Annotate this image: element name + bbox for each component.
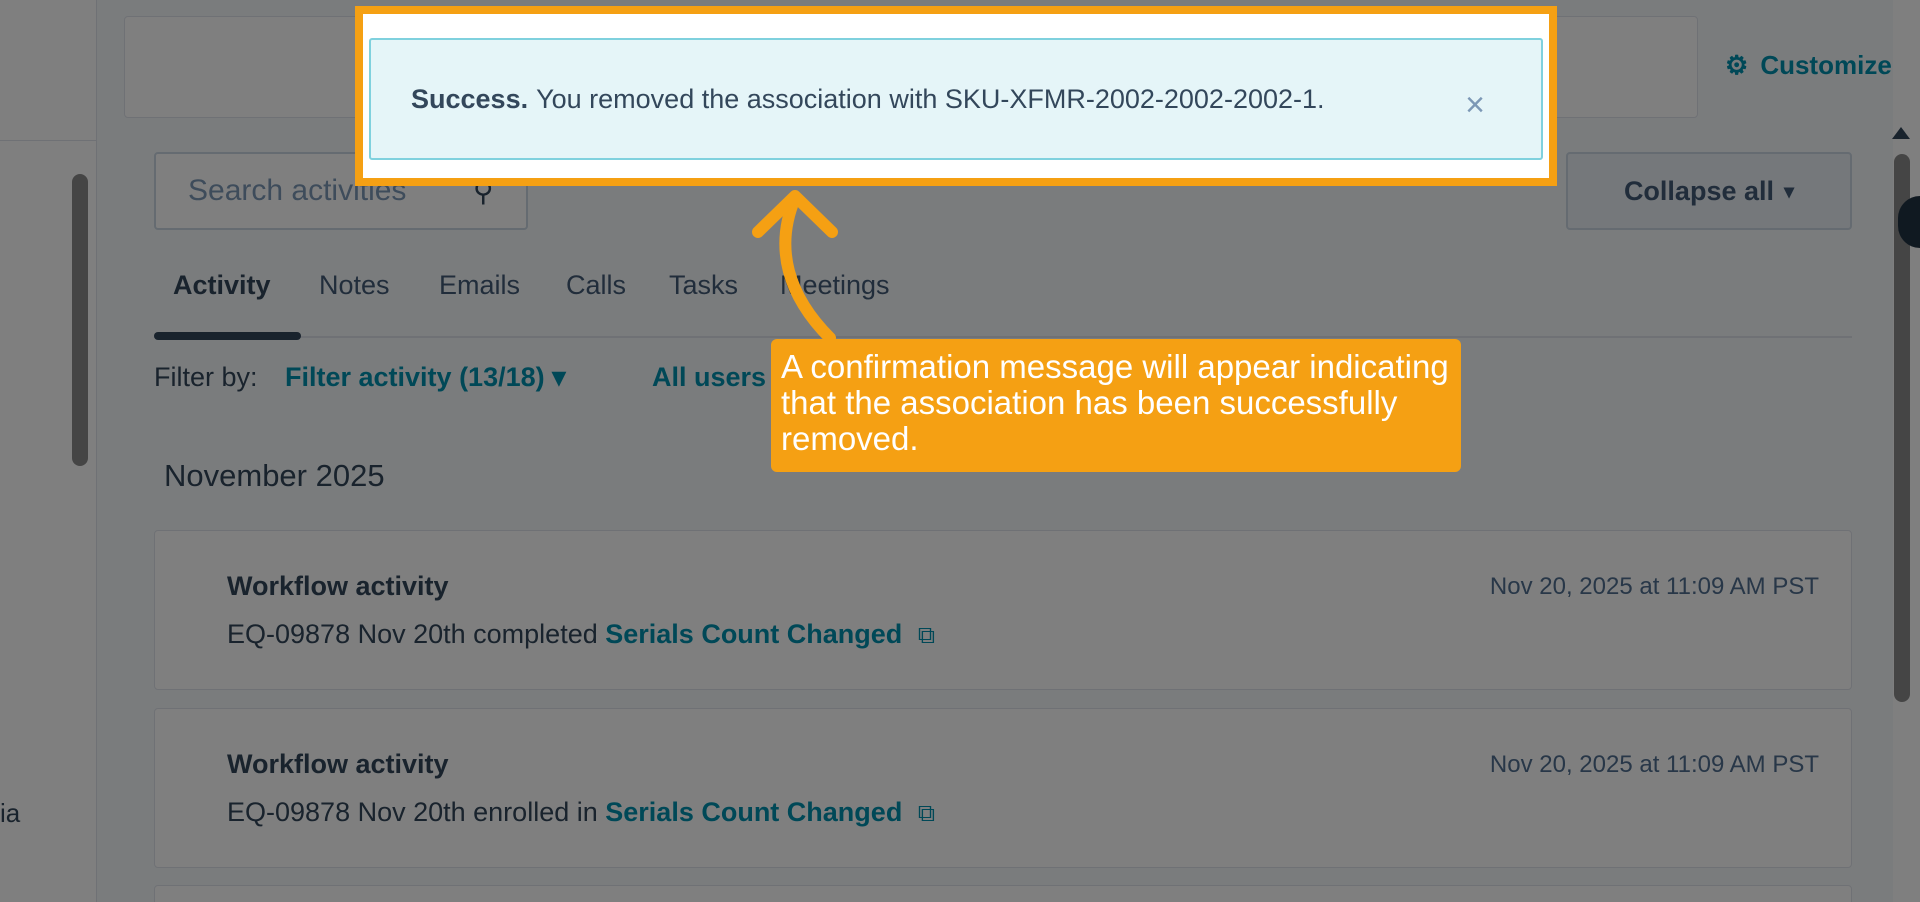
success-toast: Success. You removed the association wit…: [369, 38, 1543, 160]
toast-title: Success.: [411, 83, 529, 114]
callout-text: A confirmation message will appear indic…: [781, 348, 1449, 457]
highlight-frame: Success. You removed the association wit…: [355, 6, 1557, 186]
callout-arrow-icon: [752, 190, 838, 344]
toast-message: You removed the association with SKU-XFM…: [536, 83, 1325, 114]
close-icon[interactable]: ×: [1465, 88, 1485, 122]
callout-box: A confirmation message will appear indic…: [771, 339, 1461, 472]
